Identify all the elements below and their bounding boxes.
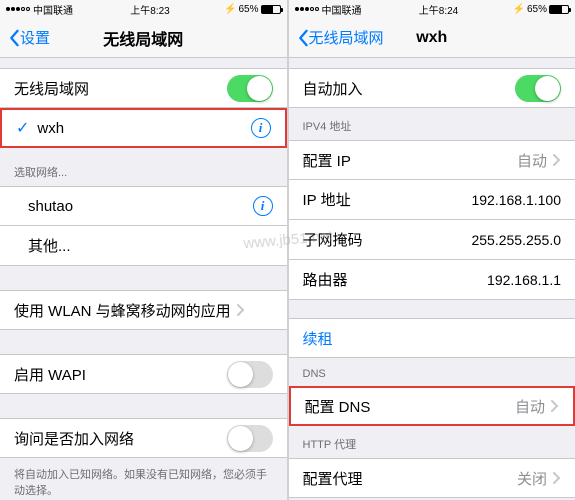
carrier: 中国联通 (33, 2, 73, 17)
renew-lease-row[interactable]: 续租 (289, 318, 575, 358)
wapi-toggle[interactable] (227, 361, 273, 388)
info-icon[interactable]: i (253, 196, 273, 216)
checkmark-icon: ✓ (16, 118, 29, 138)
network-name: shutao (28, 198, 73, 215)
battery-pct: 65% (527, 4, 547, 15)
wlan-cellular-row[interactable]: 使用 WLAN 与蜂窝移动网的应用 (0, 290, 287, 330)
ask-join-note: 将自动加入已知网络。如果没有已知网络，您必须手动选择。 (0, 458, 287, 500)
nav-bar: 设置 无线局域网 (0, 18, 287, 58)
router-row: 路由器 192.168.1.1 (289, 260, 575, 300)
chevron-right-icon (237, 304, 245, 316)
battery-pct: 65% (238, 4, 258, 15)
wapi-row[interactable]: 启用 WAPI (0, 354, 287, 394)
time: 上午8:24 (419, 2, 458, 17)
nav-bar: 无线局域网 wxh (289, 18, 575, 58)
back-button[interactable]: 设置 (8, 27, 50, 48)
auto-join-row[interactable]: 自动加入 (289, 68, 575, 108)
chevron-right-icon (553, 472, 561, 484)
ip-address-row: IP 地址 192.168.1.100 (289, 180, 575, 220)
page-title: 无线局域网 (103, 26, 183, 50)
http-proxy-header: HTTP 代理 (289, 426, 575, 458)
other-network-row[interactable]: 其他... (0, 226, 287, 266)
connected-network-row[interactable]: ✓ wxh i (0, 108, 287, 148)
auto-join-toggle[interactable] (515, 75, 561, 102)
status-bar: 中国联通 上午8:23 ⚡65% (0, 0, 287, 18)
wifi-toggle-row[interactable]: 无线局域网 (0, 68, 287, 108)
dns-header: DNS (289, 358, 575, 386)
config-dns-row[interactable]: 配置 DNS 自动 (289, 386, 575, 426)
ask-join-toggle[interactable] (227, 425, 273, 452)
chevron-right-icon (551, 400, 559, 412)
time: 上午8:23 (130, 2, 169, 17)
subnet-mask-row: 子网掩码 255.255.255.0 (289, 220, 575, 260)
ask-join-row[interactable]: 询问是否加入网络 (0, 418, 287, 458)
network-name: wxh (37, 120, 64, 137)
network-row[interactable]: shutao i (0, 186, 287, 226)
carrier: 中国联通 (322, 2, 362, 17)
status-bar: 中国联通 上午8:24 ⚡65% (289, 0, 575, 18)
config-proxy-row[interactable]: 配置代理 关闭 (289, 458, 575, 498)
back-button[interactable]: 无线局域网 (297, 27, 384, 48)
page-title: wxh (416, 29, 447, 47)
chevron-right-icon (553, 154, 561, 166)
config-ip-row[interactable]: 配置 IP 自动 (289, 140, 575, 180)
ipv4-header: IPV4 地址 (289, 108, 575, 140)
info-icon[interactable]: i (251, 118, 271, 138)
wifi-label: 无线局域网 (14, 78, 89, 99)
wifi-toggle[interactable] (227, 75, 273, 102)
choose-network-header: 选取网络... (0, 148, 287, 186)
